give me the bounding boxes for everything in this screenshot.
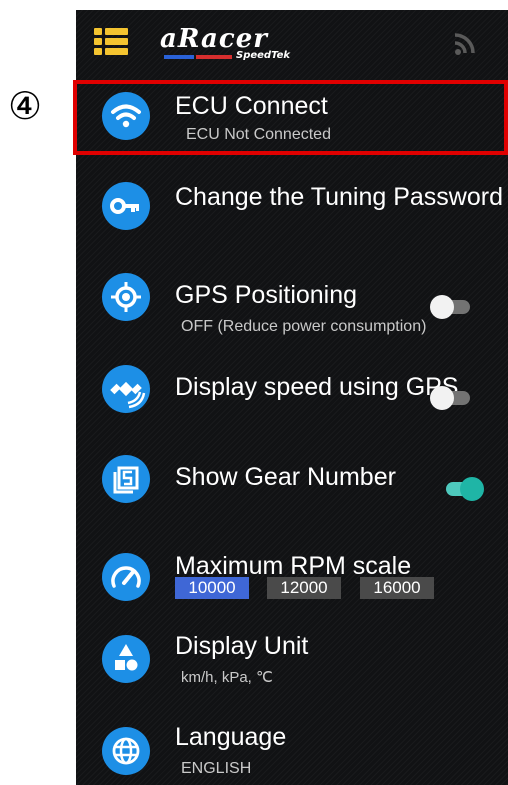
- rpm-option-12000[interactable]: 12000: [267, 577, 341, 599]
- gps-icon: [102, 273, 150, 321]
- menu-item-gps-positioning[interactable]: GPS Positioning OFF (Reduce power consum…: [76, 260, 508, 346]
- gear-number-icon: [102, 455, 150, 503]
- satellite-icon: [102, 365, 150, 413]
- menu-item-rpm-scale: Maximum RPM scale: [76, 530, 508, 616]
- shapes-icon: [102, 635, 150, 683]
- menu-item-title: Language: [175, 723, 287, 751]
- menu-item-change-password[interactable]: Change the Tuning Password: [76, 170, 508, 256]
- menu-item-subtitle: ENGLISH: [181, 760, 252, 777]
- menu-item-title: Display speed using GPS: [175, 373, 459, 401]
- menu-item-title: Show Gear Number: [175, 463, 396, 491]
- rss-icon[interactable]: [450, 28, 480, 58]
- speed-gps-toggle[interactable]: [430, 383, 474, 411]
- speedometer-icon: [102, 553, 150, 601]
- menu-item-speed-gps[interactable]: Display speed using GPS: [76, 350, 508, 436]
- app-logo: aRacer SpeedTek: [160, 24, 291, 61]
- top-bar: aRacer SpeedTek: [76, 10, 508, 78]
- rpm-option-16000[interactable]: 16000: [360, 577, 434, 599]
- menu-item-title: GPS Positioning: [175, 281, 358, 309]
- menu-item-title: Change the Tuning Password: [175, 183, 503, 211]
- rpm-option-10000[interactable]: 10000: [175, 577, 249, 599]
- menu-item-display-unit[interactable]: Display Unit km/h, kPa, ℃: [76, 620, 508, 706]
- menu-item-language[interactable]: Language ENGLISH: [76, 710, 508, 785]
- highlight-box: [73, 80, 508, 155]
- step-marker: ④: [8, 84, 43, 128]
- menu-item-subtitle: OFF (Reduce power consumption): [181, 318, 427, 335]
- gps-toggle[interactable]: [430, 292, 474, 320]
- menu-item-subtitle: km/h, kPa, ℃: [181, 669, 273, 686]
- globe-icon: [102, 727, 150, 775]
- menu-item-gear-number[interactable]: Show Gear Number: [76, 440, 508, 526]
- gear-number-toggle[interactable]: [440, 474, 484, 502]
- menu-icon[interactable]: [94, 28, 128, 56]
- key-icon: [102, 182, 150, 230]
- menu-item-title: Display Unit: [175, 632, 309, 660]
